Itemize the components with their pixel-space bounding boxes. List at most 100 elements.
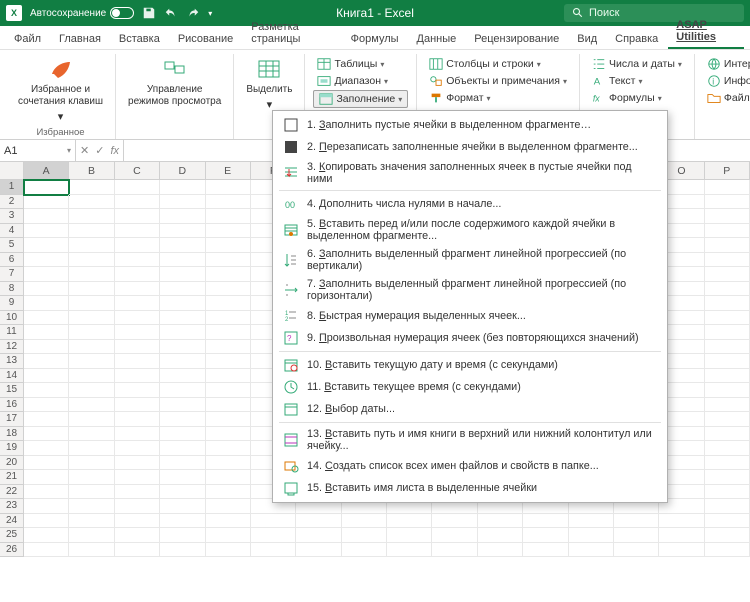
- cell[interactable]: [206, 528, 251, 543]
- cell[interactable]: [206, 485, 251, 500]
- cell[interactable]: [115, 499, 160, 514]
- cell[interactable]: [569, 528, 614, 543]
- cell[interactable]: [206, 180, 251, 195]
- cell[interactable]: [115, 195, 160, 210]
- row-header-16[interactable]: 16: [0, 398, 24, 413]
- fill-button[interactable]: Заполнение▾: [313, 90, 408, 108]
- row-header-10[interactable]: 10: [0, 311, 24, 326]
- cell[interactable]: [160, 528, 205, 543]
- cell[interactable]: [69, 296, 114, 311]
- row-header-6[interactable]: 6: [0, 253, 24, 268]
- dropdown-item-6[interactable]: 6. Заполнить выделенный фрагмент линейно…: [273, 245, 667, 275]
- cell[interactable]: [24, 195, 69, 210]
- cell[interactable]: [478, 528, 523, 543]
- cell[interactable]: [24, 354, 69, 369]
- cell[interactable]: [69, 354, 114, 369]
- row-header-26[interactable]: 26: [0, 543, 24, 558]
- tab-draw[interactable]: Рисование: [170, 29, 241, 49]
- cell[interactable]: [251, 543, 296, 558]
- cell[interactable]: [69, 267, 114, 282]
- cell[interactable]: [69, 543, 114, 558]
- cell[interactable]: [69, 224, 114, 239]
- cell[interactable]: [432, 514, 477, 529]
- col-header-C[interactable]: C: [115, 162, 160, 180]
- cell[interactable]: [478, 543, 523, 558]
- cell[interactable]: [69, 340, 114, 355]
- cell[interactable]: [705, 296, 750, 311]
- cell[interactable]: [24, 340, 69, 355]
- toggle-icon[interactable]: [110, 7, 134, 19]
- undo-icon[interactable]: [164, 6, 178, 20]
- cell[interactable]: [24, 528, 69, 543]
- row-header-2[interactable]: 2: [0, 195, 24, 210]
- cell[interactable]: [206, 398, 251, 413]
- row-header-14[interactable]: 14: [0, 369, 24, 384]
- cell[interactable]: [523, 528, 568, 543]
- cell[interactable]: [523, 543, 568, 558]
- row-header-22[interactable]: 22: [0, 485, 24, 500]
- cell[interactable]: [115, 369, 160, 384]
- cell[interactable]: [206, 325, 251, 340]
- row-header-9[interactable]: 9: [0, 296, 24, 311]
- cell[interactable]: [705, 238, 750, 253]
- cell[interactable]: [160, 441, 205, 456]
- cell[interactable]: [115, 398, 160, 413]
- tab-review[interactable]: Рецензирование: [466, 29, 567, 49]
- favorites-button[interactable]: Избранное и сочетания клавиш ▾: [14, 56, 107, 125]
- cell[interactable]: [296, 543, 341, 558]
- select-all-corner[interactable]: [0, 162, 24, 180]
- cell[interactable]: [387, 514, 432, 529]
- cell[interactable]: [69, 398, 114, 413]
- cell[interactable]: [342, 528, 387, 543]
- format-button[interactable]: Формат▾: [425, 90, 571, 106]
- cell[interactable]: [206, 383, 251, 398]
- tab-home[interactable]: Главная: [51, 29, 109, 49]
- info-button[interactable]: iИнформация▾: [703, 73, 750, 89]
- range-button[interactable]: Диапазон▾: [313, 73, 408, 89]
- cell[interactable]: [24, 499, 69, 514]
- cell[interactable]: [160, 311, 205, 326]
- cell[interactable]: [24, 369, 69, 384]
- cell[interactable]: [387, 543, 432, 558]
- cell[interactable]: [115, 412, 160, 427]
- cell[interactable]: [705, 398, 750, 413]
- cell[interactable]: [115, 253, 160, 268]
- dropdown-item-1[interactable]: 1. Заполнить пустые ячейки в выделенном …: [273, 114, 667, 136]
- numbers-dates-button[interactable]: Числа и даты▾: [588, 56, 686, 72]
- cell[interactable]: [115, 441, 160, 456]
- dropdown-item-5[interactable]: 5. Вставить перед и/или после содержимог…: [273, 215, 667, 245]
- cell[interactable]: [523, 514, 568, 529]
- cell[interactable]: [342, 543, 387, 558]
- dropdown-item-3[interactable]: 3. Копировать значения заполненных ячеек…: [273, 158, 667, 188]
- fx-icon[interactable]: fx: [110, 145, 119, 157]
- cell[interactable]: [160, 195, 205, 210]
- cell[interactable]: [206, 412, 251, 427]
- cell[interactable]: [24, 485, 69, 500]
- cell[interactable]: [115, 528, 160, 543]
- cell[interactable]: [69, 456, 114, 471]
- cell[interactable]: [115, 311, 160, 326]
- cell[interactable]: [24, 253, 69, 268]
- row-header-11[interactable]: 11: [0, 325, 24, 340]
- cell[interactable]: [206, 209, 251, 224]
- cell[interactable]: [160, 354, 205, 369]
- cell[interactable]: [705, 427, 750, 442]
- cell[interactable]: [705, 340, 750, 355]
- dropdown-item-8[interactable]: 128. Быстрая нумерация выделенных ячеек.…: [273, 305, 667, 327]
- cell[interactable]: [251, 514, 296, 529]
- cell[interactable]: [115, 543, 160, 558]
- cell[interactable]: [705, 209, 750, 224]
- cell[interactable]: [705, 195, 750, 210]
- cell[interactable]: [69, 238, 114, 253]
- col-header-P[interactable]: P: [705, 162, 750, 180]
- dropdown-item-14[interactable]: 14. Создать список всех имен файлов и св…: [273, 455, 667, 477]
- cell[interactable]: [160, 499, 205, 514]
- dropdown-item-13[interactable]: 13. Вставить путь и имя книги в верхний …: [273, 425, 667, 455]
- cell[interactable]: [69, 311, 114, 326]
- cell[interactable]: [206, 224, 251, 239]
- cell[interactable]: [206, 296, 251, 311]
- cell[interactable]: [160, 543, 205, 558]
- cell[interactable]: [206, 441, 251, 456]
- row-header-5[interactable]: 5: [0, 238, 24, 253]
- cell[interactable]: [432, 528, 477, 543]
